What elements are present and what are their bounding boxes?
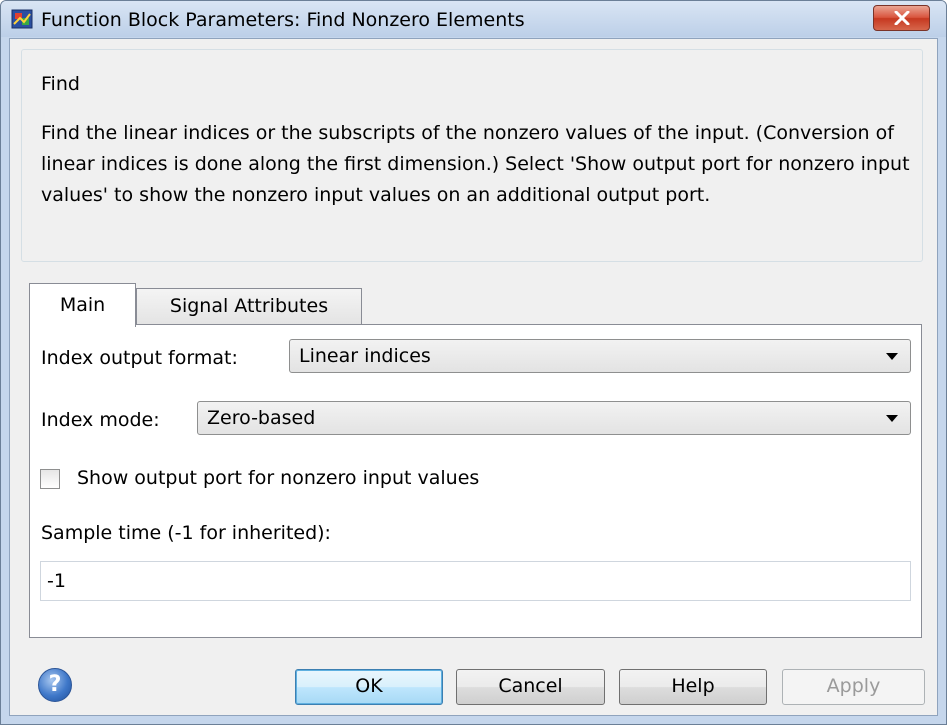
index-mode-label: Index mode:: [41, 409, 160, 431]
group-legend: Find: [35, 73, 86, 95]
sample-time-value: -1: [47, 570, 66, 592]
title-bar[interactable]: Function Block Parameters: Find Nonzero …: [1, 1, 946, 37]
index-mode-select[interactable]: Zero-based: [197, 401, 911, 435]
ok-button[interactable]: OK: [295, 669, 443, 705]
sample-time-input[interactable]: -1: [40, 561, 911, 601]
help-button[interactable]: Help: [619, 669, 767, 705]
index-output-format-select[interactable]: Linear indices: [289, 339, 911, 373]
tab-main[interactable]: Main: [29, 283, 136, 327]
cancel-button[interactable]: Cancel: [456, 669, 605, 705]
chevron-down-icon: [886, 353, 898, 360]
index-output-format-label: Index output format:: [41, 347, 238, 369]
tab-signal-attributes[interactable]: Signal Attributes: [136, 288, 362, 324]
dialog-window: Function Block Parameters: Find Nonzero …: [0, 0, 947, 725]
window-title: Function Block Parameters: Find Nonzero …: [41, 9, 525, 31]
tab-signal-attributes-label: Signal Attributes: [169, 295, 329, 317]
tab-main-label: Main: [59, 294, 106, 316]
index-output-format-value: Linear indices: [299, 345, 431, 367]
show-output-port-label[interactable]: Show output port for nonzero input value…: [77, 467, 479, 489]
close-icon: [894, 11, 910, 25]
sample-time-label: Sample time (-1 for inherited):: [41, 522, 331, 544]
apply-button[interactable]: Apply: [782, 669, 925, 705]
chevron-down-icon: [886, 415, 898, 422]
show-output-port-checkbox[interactable]: [40, 469, 60, 489]
block-description: Find the linear indices or the subscript…: [41, 122, 910, 206]
index-mode-value: Zero-based: [207, 407, 316, 429]
help-icon-glyph: ?: [48, 672, 62, 697]
simulink-block-icon: [11, 9, 33, 29]
help-icon[interactable]: ?: [38, 668, 72, 702]
close-button[interactable]: [873, 5, 930, 31]
